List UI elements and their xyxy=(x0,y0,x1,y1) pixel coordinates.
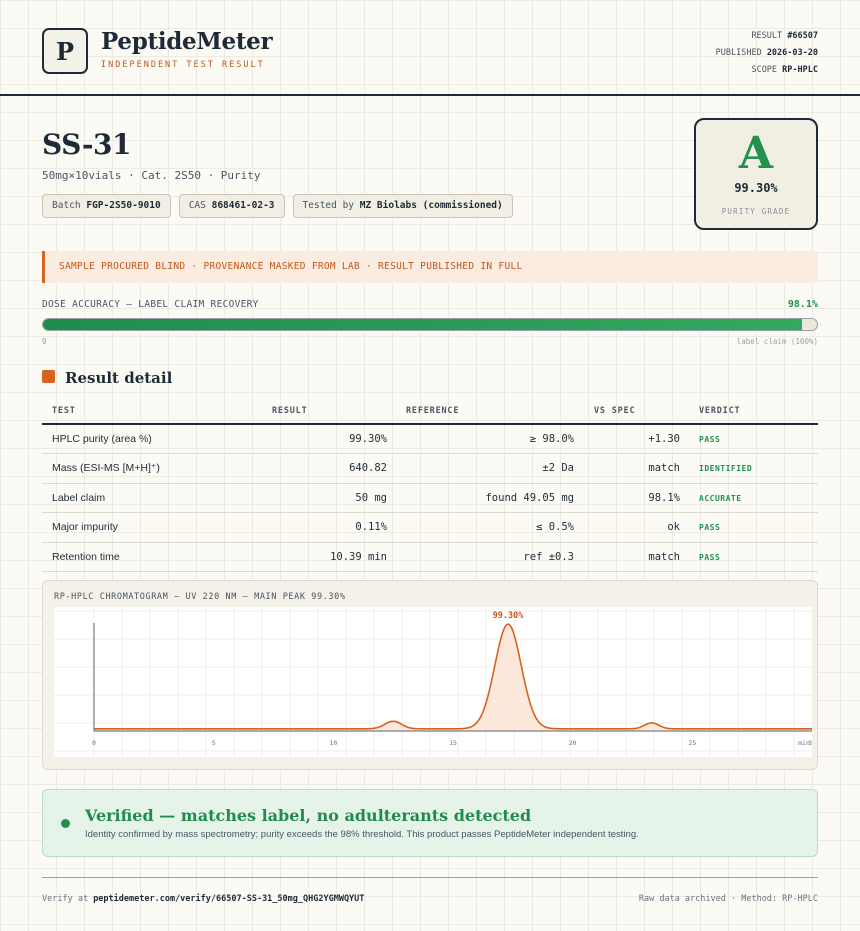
col-vs-spec: VS SPEC xyxy=(594,406,636,416)
result-id-line: RESULT #66507 xyxy=(751,31,818,41)
product-name: SS-31 xyxy=(42,128,131,161)
cell-result: 0.11% xyxy=(355,521,387,534)
cell-verdict: IDENTIFIED xyxy=(699,464,753,474)
batch-chip: Batch FGP-2S50-9010 xyxy=(42,194,171,218)
col-test: TEST xyxy=(52,406,76,416)
chromatogram-title: RP-HPLC CHROMATOGRAM — UV 220 NM — MAIN … xyxy=(54,592,346,602)
table-header: TEST RESULT REFERENCE VS SPEC VERDICT xyxy=(42,396,818,425)
dose-accuracy-fill xyxy=(43,319,803,330)
cell-reference: found 49.05 mg xyxy=(485,491,574,504)
published-date: 2026-03-20 xyxy=(766,48,818,58)
dose-accuracy-label: DOSE ACCURACY — LABEL CLAIM RECOVERY xyxy=(42,299,259,310)
report-header: P PeptideMeter INDEPENDENT TEST RESULT R… xyxy=(0,0,860,96)
cell-vs-spec: match xyxy=(648,550,680,563)
verify-link[interactable]: peptidemeter.com/verify/66507-SS-31_50mg… xyxy=(93,894,364,904)
cell-test: Mass (ESI-MS [M+H]⁺) xyxy=(52,462,160,475)
col-verdict: VERDICT xyxy=(699,406,741,416)
cas-chip: CAS 868461-02-3 xyxy=(178,194,285,218)
chart-background xyxy=(54,607,812,757)
cell-test: Retention time xyxy=(52,550,120,563)
verify-line: Verify at peptidemeter.com/verify/66507-… xyxy=(42,894,365,904)
section-marker xyxy=(42,370,55,383)
verified-text: Identity confirmed by mass spectrometry;… xyxy=(85,829,639,840)
grade-label: PURITY GRADE xyxy=(721,207,791,216)
cell-vs-spec: +1.30 xyxy=(648,433,680,445)
cell-verdict: PASS xyxy=(699,435,721,444)
result-meta: RESULT #66507 PUBLISHED 2026-03-20 SCOPE… xyxy=(716,28,818,79)
cell-test: Label claim xyxy=(52,491,106,504)
tested-by-chip: Tested by MZ Biolabs (commissioned) xyxy=(292,194,513,218)
cell-result: 99.30% xyxy=(349,433,387,445)
x-tick-label: 5 xyxy=(212,739,216,747)
cell-verdict: ACCURATE xyxy=(699,493,742,503)
col-result: RESULT xyxy=(272,406,308,416)
x-tick-label: 20 xyxy=(569,739,577,747)
verified-title: Verified — matches label, no adulterants… xyxy=(85,806,532,825)
cell-result: 50 mg xyxy=(355,491,387,504)
published-line: PUBLISHED 2026-03-20 xyxy=(715,48,818,58)
main-peak-label: 99.30% xyxy=(493,611,525,621)
table-row: Major impurity 0.11% ≤ 0.5% ok PASS xyxy=(42,513,818,543)
cell-verdict: PASS xyxy=(699,552,721,562)
brand-subtitle: INDEPENDENT TEST RESULT xyxy=(101,60,265,70)
verified-dot-icon xyxy=(61,819,70,828)
cell-test: HPLC purity (area %) xyxy=(52,433,152,445)
product-chips: Batch FGP-2S50-9010 CAS 868461-02-3 Test… xyxy=(42,194,513,218)
verified-banner: Verified — matches label, no adulterants… xyxy=(42,789,818,857)
product-subtitle: 50mg×10vials · Cat. 2S50 · Purity xyxy=(42,169,261,182)
footer-method: Raw data archived · Method: RP-HPLC xyxy=(638,894,818,904)
purity-grade-card: A 99.30% PURITY GRADE xyxy=(694,118,818,230)
grade-value: 99.30% xyxy=(734,181,778,195)
cell-reference: ±2 Da xyxy=(542,462,574,475)
x-tick-label: min xyxy=(798,739,810,747)
col-reference: REFERENCE xyxy=(406,406,460,416)
cell-reference: ≤ 0.5% xyxy=(536,521,574,534)
cell-test: Major impurity xyxy=(52,521,118,534)
x-tick-label: 15 xyxy=(449,739,457,747)
x-tick-label: 25 xyxy=(688,739,696,747)
scope-value: RP-HPLC xyxy=(782,65,818,75)
table-row: Label claim 50 mg found 49.05 mg 98.1% A… xyxy=(42,484,818,514)
cell-verdict: PASS xyxy=(699,523,721,533)
cell-vs-spec: match xyxy=(648,462,680,475)
grade-letter: A xyxy=(738,128,774,179)
chromatogram-panel: RP-HPLC CHROMATOGRAM — UV 220 NM — MAIN … xyxy=(42,580,818,770)
cell-vs-spec: 98.1% xyxy=(648,491,680,504)
dose-scale-min: 0 xyxy=(42,337,47,346)
provenance-banner: SAMPLE PROCURED BLIND · PROVENANCE MASKE… xyxy=(42,251,818,283)
dose-accuracy-value: 98.1% xyxy=(787,299,818,310)
chromatogram-chart: 051015202530min 99.30% xyxy=(54,607,812,757)
table-row: HPLC purity (area %) 99.30% ≥ 98.0% +1.3… xyxy=(42,425,818,455)
footer: Verify at peptidemeter.com/verify/66507-… xyxy=(42,877,818,904)
results-table: TEST RESULT REFERENCE VS SPEC VERDICT HP… xyxy=(42,396,818,572)
section-title: Result detail xyxy=(65,369,173,387)
logo-mark: P xyxy=(42,28,88,74)
dose-accuracy-bar xyxy=(42,318,818,331)
x-tick-label: 10 xyxy=(329,739,337,747)
cell-vs-spec: ok xyxy=(667,521,680,534)
cell-result: 10.39 min xyxy=(330,550,387,563)
cell-reference: ≥ 98.0% xyxy=(529,433,574,445)
table-row: Retention time 10.39 min ref ±0.3 match … xyxy=(42,543,818,572)
scope-line: SCOPE RP-HPLC xyxy=(751,65,818,75)
cell-reference: ref ±0.3 xyxy=(523,550,574,563)
result-id: #66507 xyxy=(787,31,818,41)
table-row: Mass (ESI-MS [M+H]⁺) 640.82 ±2 Da match … xyxy=(42,454,818,484)
dose-scale-max: label claim (100%) xyxy=(736,337,818,346)
brand-name: PeptideMeter xyxy=(101,28,273,55)
x-tick-label: 0 xyxy=(92,739,96,747)
cell-result: 640.82 xyxy=(349,462,387,475)
